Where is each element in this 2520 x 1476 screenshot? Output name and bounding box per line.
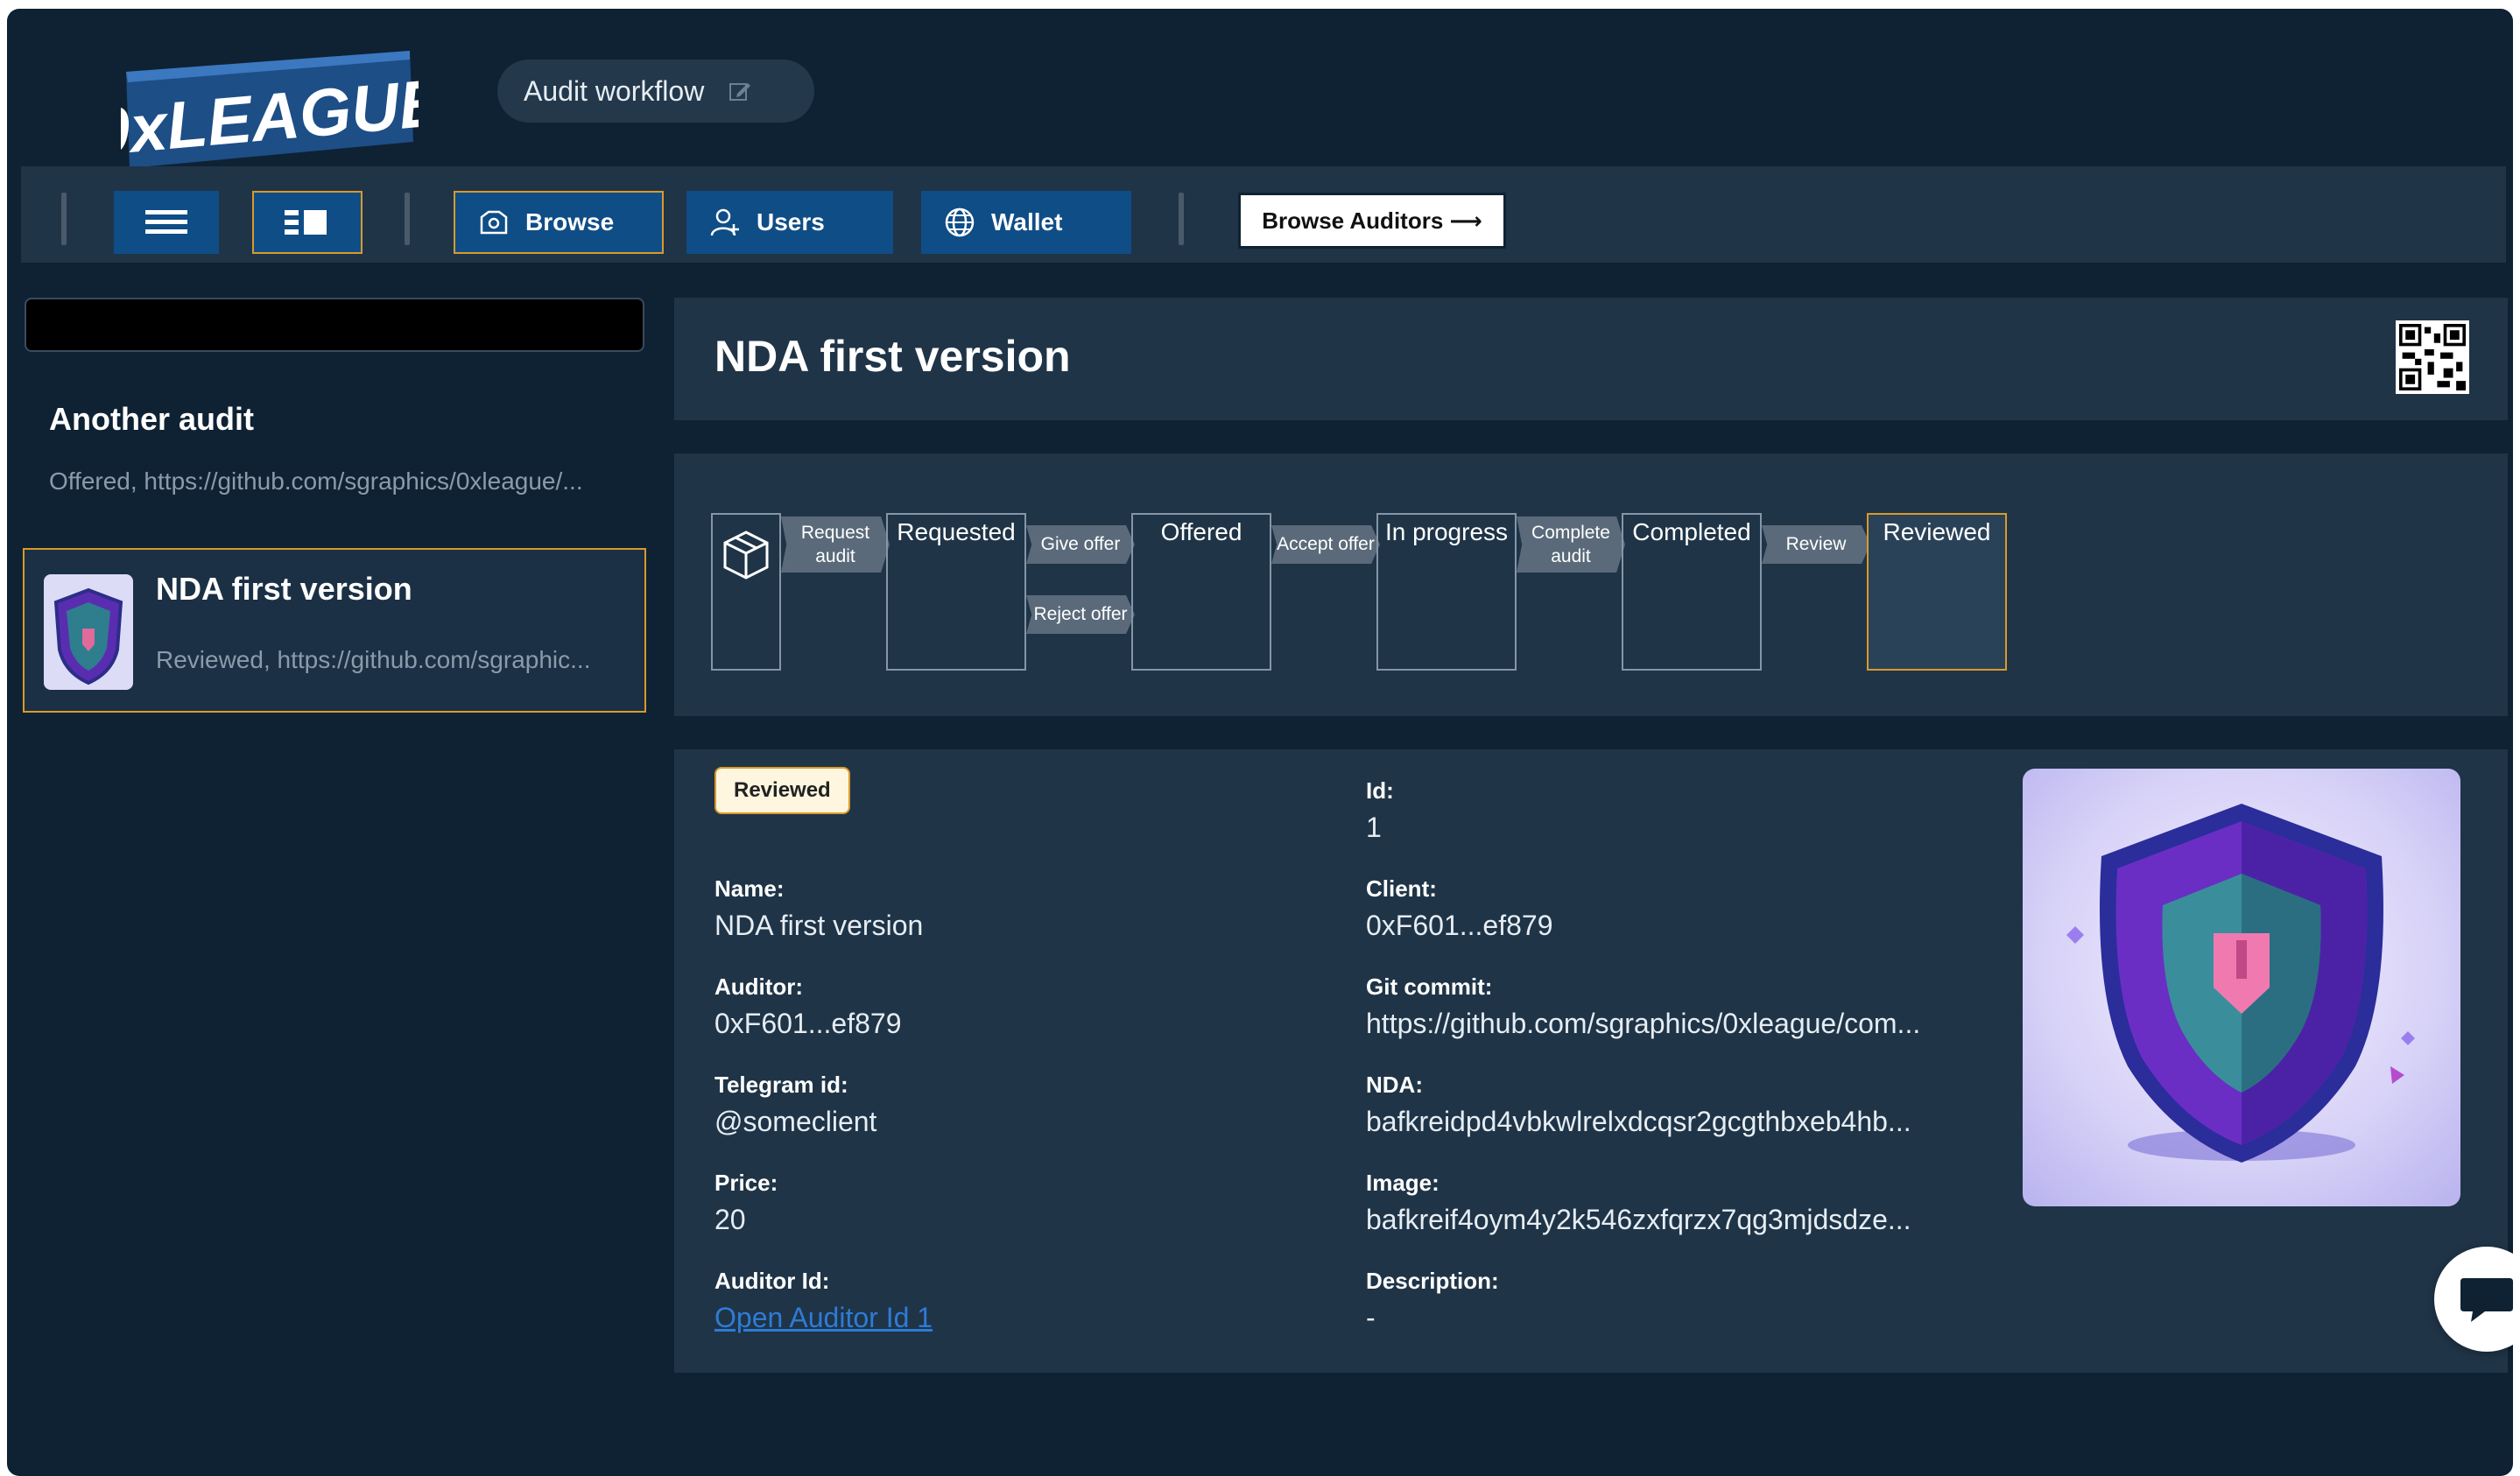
page-title: NDA first version (714, 332, 1071, 381)
field-description: Description: - (1366, 1268, 1499, 1334)
field-label: Description: (1366, 1268, 1499, 1294)
search-input[interactable] (25, 298, 644, 352)
toolbar: Browse Users Wallet Browse Auditors ⟶ (21, 166, 2506, 263)
audit-title-panel: NDA first version (674, 298, 2508, 420)
field-value: - (1366, 1302, 1376, 1333)
field-price: Price: 20 (714, 1170, 778, 1236)
qr-code-icon[interactable] (2396, 320, 2469, 394)
field-auditor-id: Auditor Id: Open Auditor Id 1 (714, 1268, 933, 1334)
users-button[interactable]: Users (686, 191, 893, 254)
transition-reject-offer[interactable]: Reject offer (1026, 595, 1135, 634)
globe-icon (945, 207, 975, 237)
transition-give-offer[interactable]: Give offer (1026, 525, 1135, 564)
field-git-commit: Git commit: https://github.com/sgraphics… (1366, 973, 1920, 1040)
box-icon (723, 531, 769, 580)
transition-complete-audit[interactable]: Complete audit (1517, 517, 1625, 573)
list-layout-icon (285, 210, 327, 235)
workflow-label: Audit workflow (524, 74, 705, 107)
workflow-step-offered: Offered (1131, 513, 1271, 671)
workflow-start-node (711, 513, 781, 671)
hamburger-icon (145, 210, 187, 234)
field-nda: NDA: bafkreidpd4vbkwlrelxdcqsr2gcgthbxeb… (1366, 1072, 1911, 1138)
field-id: Id: 1 (1366, 777, 1394, 844)
field-value: 0xF601...ef879 (714, 1008, 902, 1039)
toolbar-divider (61, 193, 67, 245)
field-label: Auditor Id: (714, 1268, 830, 1294)
field-label: Image: (1366, 1170, 1439, 1196)
users-label: Users (757, 208, 825, 235)
field-label: Auditor: (714, 973, 804, 1000)
camera-icon (480, 210, 508, 235)
field-value: 20 (714, 1204, 746, 1235)
transition-accept-offer[interactable]: Accept offer (1271, 525, 1380, 564)
field-client: Client: 0xF601...ef879 (1366, 875, 1552, 942)
field-value: https://github.com/sgraphics/0xleague/co… (1366, 1008, 1921, 1039)
audit-item-title: Another audit (49, 401, 254, 437)
workflow-step-in-progress: In progress (1376, 513, 1517, 671)
audit-details-panel: Reviewed Name: NDA first version Auditor… (674, 749, 2508, 1373)
transition-request-audit[interactable]: Request audit (781, 517, 890, 573)
field-label: Telegram id: (714, 1072, 848, 1098)
wallet-button[interactable]: Wallet (921, 191, 1131, 254)
field-value: bafkreidpd4vbkwlrelxdcqsr2gcgthbxeb4hb..… (1366, 1106, 1911, 1137)
wallet-label: Wallet (991, 208, 1063, 235)
audit-list-item[interactable]: Another audit Offered, https://github.co… (23, 401, 646, 496)
workflow-step-reviewed: Reviewed (1867, 513, 2007, 671)
audit-list-item-selected[interactable]: NDA first version Reviewed, https://gith… (23, 548, 646, 713)
workflow-diagram: Request audit Requested Give offer Rejec… (674, 453, 2508, 716)
workflow-step-requested: Requested (886, 513, 1026, 671)
open-auditor-link[interactable]: Open Auditor Id 1 (714, 1302, 933, 1334)
field-value: 0xF601...ef879 (1366, 910, 1553, 941)
menu-button[interactable] (114, 191, 219, 254)
browse-button[interactable]: Browse (454, 191, 664, 254)
chat-icon (2460, 1278, 2513, 1322)
field-value: NDA first version (714, 910, 924, 941)
field-label: Client: (1366, 875, 1437, 902)
field-value: bafkreif4oym4y2k546zxfqrzx7qg3mjdsdze... (1366, 1204, 1911, 1235)
audit-item-subtitle: Offered, https://github.com/sgraphics/0x… (49, 467, 583, 495)
audit-workflow-title[interactable]: Audit workflow (497, 60, 814, 123)
field-value: @someclient (714, 1106, 877, 1137)
oxleague-logo[interactable]: 0xLEAGUE (121, 46, 419, 168)
browse-auditors-button[interactable]: Browse Auditors ⟶ (1238, 193, 1506, 249)
workflow-step-completed: Completed (1622, 513, 1762, 671)
shield-icon (53, 587, 123, 685)
toolbar-divider (405, 193, 410, 245)
field-name: Name: NDA first version (714, 875, 923, 942)
app-window: 0xLEAGUE Audit workflow Browse Users Wal… (7, 9, 2513, 1476)
layout-toggle-button[interactable] (252, 191, 363, 254)
field-image: Image: bafkreif4oym4y2k546zxfqrzx7qg3mjd… (1366, 1170, 1911, 1236)
field-label: Git commit: (1366, 973, 1493, 1000)
field-label: Name: (714, 875, 785, 902)
edit-icon[interactable] (729, 80, 751, 102)
audit-item-title: NDA first version (156, 571, 412, 607)
shield-icon (2066, 804, 2415, 1163)
audit-thumbnail (44, 574, 133, 690)
field-label: NDA: (1366, 1072, 1423, 1098)
status-badge: Reviewed (714, 767, 850, 814)
field-value: 1 (1366, 812, 1382, 843)
audit-image (2023, 769, 2460, 1206)
browse-label: Browse (525, 208, 615, 235)
audit-item-subtitle: Reviewed, https://github.com/sgraphic... (156, 646, 591, 673)
toolbar-divider (1179, 193, 1184, 245)
field-auditor: Auditor: 0xF601...ef879 (714, 973, 901, 1040)
field-telegram: Telegram id: @someclient (714, 1072, 876, 1138)
field-label: Price: (714, 1170, 778, 1196)
transition-review[interactable]: Review (1762, 525, 1870, 564)
add-user-icon (710, 208, 739, 236)
field-label: Id: (1366, 777, 1394, 804)
